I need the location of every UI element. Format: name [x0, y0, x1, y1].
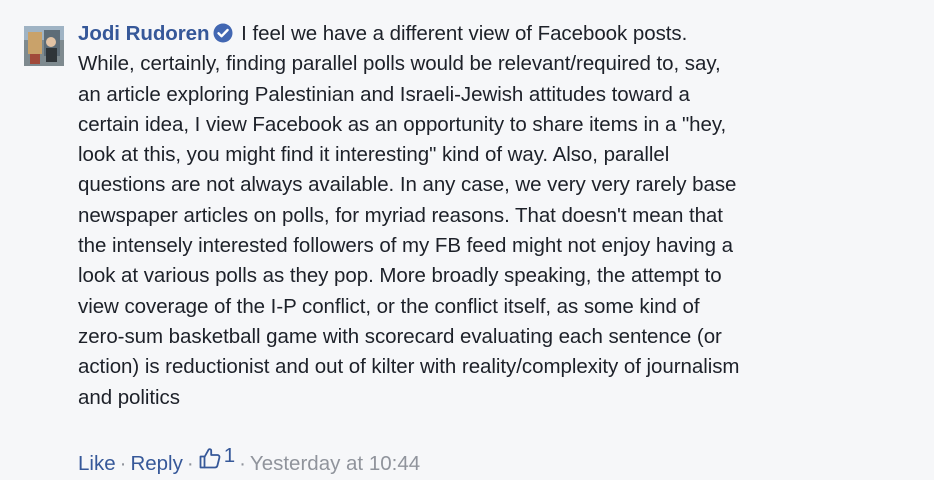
comment-text-line: While, certainly, finding parallel polls…: [78, 52, 721, 76]
comment-text-line: questions are not always available. In a…: [78, 173, 737, 197]
comment-text-line: action) is reductionist and out of kilte…: [78, 355, 740, 379]
comment-text-line: view coverage of the I-P conflict, or th…: [78, 294, 700, 318]
comment-body: Jodi Rudoren I feel we have a different …: [78, 19, 918, 413]
separator: ·: [239, 452, 246, 475]
author-name[interactable]: Jodi Rudoren: [78, 22, 210, 45]
separator: ·: [119, 452, 127, 475]
comment-first-line: Jodi Rudoren I feel we have a different …: [78, 19, 918, 49]
comment-text-line: look at this, you might find it interest…: [78, 143, 670, 167]
like-button[interactable]: Like: [78, 452, 116, 475]
comment-text-line: zero-sum basketball game with scorecard …: [78, 324, 722, 348]
comment-text-line: newspaper articles on polls, for myriad …: [78, 203, 723, 227]
comment-text-line: look at various polls as they pop. More …: [78, 264, 722, 288]
reply-button[interactable]: Reply: [130, 452, 182, 475]
thumbs-up-icon: [199, 448, 221, 469]
comment-text-line: and politics: [78, 385, 180, 409]
separator: ·: [186, 452, 194, 475]
verified-badge-icon: [213, 23, 233, 43]
comment-text-line: the intensely interested followers of my…: [78, 234, 733, 258]
comment: Jodi Rudoren I feel we have a different …: [0, 0, 934, 480]
comment-text-line: an article exploring Palestinian and Isr…: [78, 82, 690, 106]
comment-text-line: I feel we have a different view of Faceb…: [235, 22, 688, 45]
comment-text-line: certain idea, I view Facebook as an oppo…: [78, 112, 727, 136]
avatar[interactable]: [24, 26, 64, 66]
comment-timestamp[interactable]: Yesterday at 10:44: [250, 452, 420, 475]
like-count-value: 1: [223, 444, 236, 467]
like-count[interactable]: 1: [198, 442, 235, 470]
comment-actions: Like · Reply · 1 · Yesterday at 10:44: [78, 442, 420, 478]
